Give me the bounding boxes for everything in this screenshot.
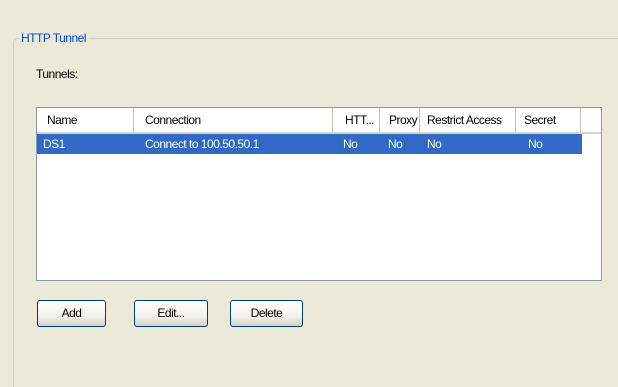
delete-button[interactable]: Delete [230,300,303,327]
edit-button[interactable]: Edit... [134,300,208,327]
settings-page: HTTP Tunnel Tunnels: Name Connection HTT… [0,0,618,387]
add-button[interactable]: Add [37,300,106,327]
column-header-name[interactable]: Name [37,108,134,132]
groupbox-title: HTTP Tunnel [19,31,89,45]
cell-restrict-access: No [427,137,442,151]
cell-connection: Connect to 100.50.50.1 [145,137,259,151]
column-header-proxy[interactable]: Proxy [380,108,420,132]
column-header-connection[interactable]: Connection [134,108,333,132]
table-row[interactable]: DS1 Connect to 100.50.50.1 No No No No [37,134,582,154]
column-header-secret[interactable]: Secret [516,108,581,132]
tunnels-listview[interactable]: Name Connection HTT... Proxy Restrict Ac… [36,107,602,281]
cell-name: DS1 [43,137,65,151]
tunnels-label: Tunnels: [36,67,78,81]
column-header-restrict-access[interactable]: Restrict Access [420,108,516,132]
listview-header: Name Connection HTT... Proxy Restrict Ac… [37,108,601,134]
cell-secret: No [528,137,543,151]
cell-proxy: No [388,137,403,151]
cell-http: No [343,137,358,151]
column-header-http[interactable]: HTT... [333,108,380,132]
